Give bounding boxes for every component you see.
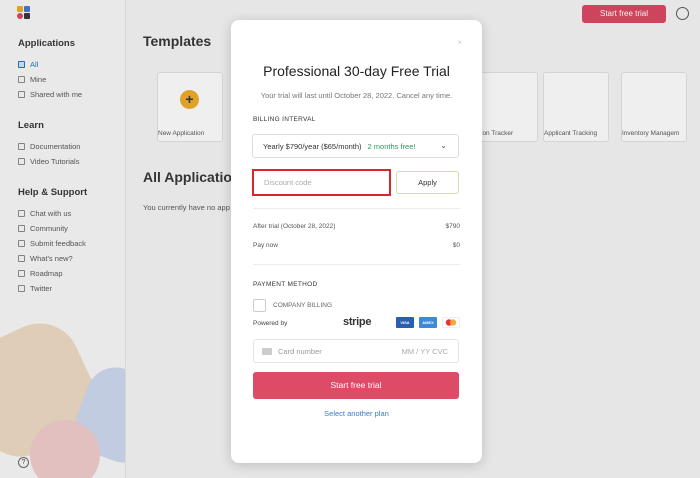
company-billing-checkbox[interactable] <box>253 299 266 312</box>
discount-code-input[interactable] <box>252 169 391 196</box>
billing-badge: 2 months free! <box>367 141 416 151</box>
amex-icon: AMEX <box>419 317 437 328</box>
card-number-placeholder: Card number <box>278 346 322 356</box>
visa-icon: VISA <box>396 317 414 328</box>
chevron-down-icon: ⌄ <box>440 141 447 150</box>
card-number-field[interactable]: Card number MM / YY CVC <box>253 339 459 363</box>
payment-method-label: PAYMENT METHOD <box>253 281 318 288</box>
after-trial-row: After trial (October 28, 2022) $790 <box>253 223 460 230</box>
close-icon[interactable]: × <box>457 38 462 47</box>
pay-now-value: $0 <box>452 242 460 249</box>
modal-subtitle: Your trial will last until October 28, 2… <box>260 91 453 100</box>
credit-card-icon <box>262 347 272 355</box>
pay-now-row: Pay now $0 <box>253 242 460 249</box>
select-another-plan-link[interactable]: Select another plan <box>231 409 482 418</box>
stripe-logo: stripe <box>343 316 372 328</box>
modal-title: Professional 30-day Free Trial <box>263 63 450 79</box>
start-free-trial-button[interactable]: Start free trial <box>253 372 459 399</box>
billing-interval-label: BILLING INTERVAL <box>253 116 316 123</box>
mastercard-icon <box>442 317 460 328</box>
billing-value: Yearly $790/year ($65/month) <box>263 141 362 151</box>
billing-interval-select[interactable]: Yearly $790/year ($65/month) 2 months fr… <box>252 134 459 158</box>
free-trial-modal: × Professional 30-day Free Trial Your tr… <box>231 20 482 463</box>
after-trial-value: $790 <box>445 223 460 230</box>
card-exp-cvc-placeholder[interactable]: MM / YY CVC <box>402 347 448 356</box>
pay-now-label: Pay now <box>253 242 278 249</box>
powered-by-label: Powered by <box>253 320 288 327</box>
company-billing-label: COMPANY BILLING <box>273 302 332 309</box>
apply-button[interactable]: Apply <box>396 171 459 194</box>
company-billing-option[interactable]: COMPANY BILLING <box>253 299 332 312</box>
divider <box>253 208 460 209</box>
after-trial-label: After trial (October 28, 2022) <box>253 223 336 230</box>
divider <box>253 264 460 265</box>
